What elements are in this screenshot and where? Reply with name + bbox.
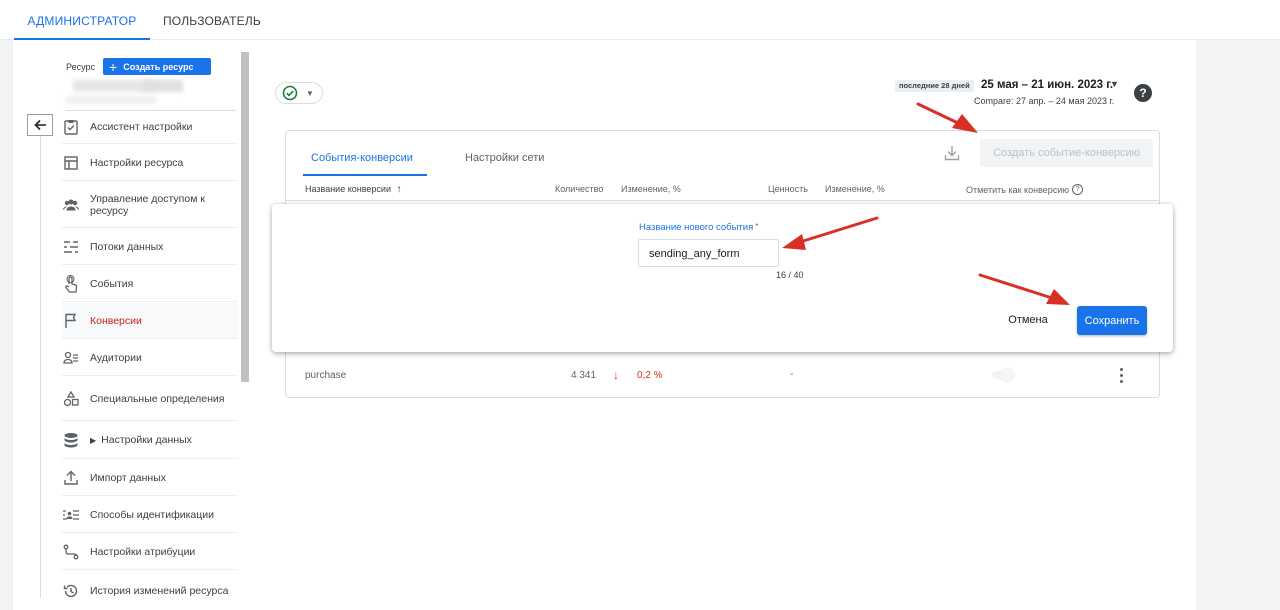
sidebar-item-events[interactable]: События xyxy=(62,266,238,302)
create-resource-label: Создать ресурс xyxy=(123,61,194,72)
tab-user[interactable]: ПОЛЬЗОВАТЕЛЬ xyxy=(150,0,274,40)
top-tab-bar: АДМИНИСТРАТОР ПОЛЬЗОВАТЕЛЬ xyxy=(0,0,1280,40)
sidebar-item-change-history[interactable]: История изменений ресурса xyxy=(62,571,238,610)
plus-icon: + xyxy=(109,58,118,75)
sidebar-item-custom-definitions[interactable]: Специальные определения xyxy=(62,377,238,421)
sidebar-item-label: Специальные определения xyxy=(90,392,225,405)
sidebar-item-conversions[interactable]: Конверсии xyxy=(62,303,238,339)
table-row-change: 0,2 % xyxy=(637,370,663,381)
upload-icon xyxy=(62,469,80,487)
blurred-resource-sub xyxy=(66,96,156,104)
new-event-name-label: Название нового события * xyxy=(639,222,758,233)
back-button[interactable] xyxy=(27,114,53,136)
column-header-conversion-name[interactable]: Название конверсии ↑ xyxy=(305,184,402,195)
people-icon xyxy=(62,196,80,214)
touch-icon xyxy=(62,274,80,293)
sidebar-item-label: Управление доступом к ресурсу xyxy=(90,192,205,217)
data-streams-icon xyxy=(62,238,80,256)
column-header-label: Отметить как конверсию xyxy=(966,184,1070,195)
sidebar-item-label: Конверсии xyxy=(90,314,142,327)
property-settings-icon xyxy=(62,154,80,172)
date-preset-chip: последние 28 дней xyxy=(895,80,974,92)
toggle-thumb xyxy=(1000,368,1014,382)
flag-icon xyxy=(62,312,80,330)
expand-triangle-icon[interactable]: ▶ xyxy=(90,436,96,445)
sidebar-item-audiences[interactable]: Аудитории xyxy=(62,340,238,376)
tab-conversion-events[interactable]: События-конверсии xyxy=(311,152,413,164)
sidebar-item-data-streams[interactable]: Потоки данных xyxy=(62,229,238,265)
table-row-name: purchase xyxy=(305,370,347,381)
column-header-label: Название конверсии xyxy=(305,184,391,194)
mark-as-conversion-toggle[interactable] xyxy=(990,368,1016,382)
history-icon xyxy=(62,582,80,600)
column-header-value-change[interactable]: Изменение, % xyxy=(825,184,885,194)
check-circle-icon xyxy=(282,85,298,101)
database-icon xyxy=(62,431,80,449)
sidebar-item-label: Потоки данных xyxy=(90,240,164,253)
sidebar-item-data-settings[interactable]: ▶ Настройки данных xyxy=(62,422,238,459)
help-icon[interactable]: ? xyxy=(1134,84,1152,102)
resource-label: Ресурс xyxy=(66,61,96,72)
column-header-value[interactable]: Ценность xyxy=(768,184,808,194)
more-vert-icon[interactable] xyxy=(1116,366,1126,384)
arrow-up-icon: ↑ xyxy=(396,184,402,195)
status-filter-dropdown[interactable]: ▼ xyxy=(275,82,323,104)
sidebar-item-label: События xyxy=(90,277,134,290)
sidebar-item-label: Настройки данных xyxy=(101,434,192,446)
tab-admin[interactable]: АДМИНИСТРАТОР xyxy=(14,0,150,40)
sidebar-item-attribution-settings[interactable]: Настройки атрибуции xyxy=(62,534,238,570)
date-range-picker[interactable]: 25 мая – 21 июн. 2023 г. xyxy=(981,79,1113,91)
divider xyxy=(286,200,1159,201)
resource-selector: Ресурс + Создать ресурс xyxy=(66,58,212,75)
sidebar-item-reporting-identity[interactable]: Способы идентификации xyxy=(62,497,238,533)
blurred-resource-name xyxy=(73,80,153,92)
sidebar-item-label: Ассистент настройки xyxy=(90,120,193,133)
blurred-resource-id xyxy=(143,80,183,92)
audience-icon xyxy=(62,349,80,367)
date-dropdown-icon[interactable]: ▼ xyxy=(1110,79,1119,89)
chevron-down-icon: ▼ xyxy=(306,88,314,98)
column-header-mark-as-conversion: Отметить как конверсию ? xyxy=(966,184,1084,195)
sidebar-item-property-settings[interactable]: Настройки ресурса xyxy=(62,145,238,181)
tab-network-settings[interactable]: Настройки сети xyxy=(465,152,544,164)
save-button[interactable]: Сохранить xyxy=(1077,306,1147,335)
identity-icon xyxy=(62,506,80,524)
cancel-button[interactable]: Отмена xyxy=(999,306,1057,334)
attribution-icon xyxy=(62,543,80,561)
sidebar-item-label: Настройки ресурса xyxy=(90,156,184,169)
sidebar-guide-line xyxy=(40,136,41,598)
required-mark: * xyxy=(755,222,759,231)
column-header-change[interactable]: Изменение, % xyxy=(621,184,681,194)
sidebar-item-access-management[interactable]: Управление доступом к ресурсу xyxy=(62,182,238,228)
help-outline-icon[interactable]: ? xyxy=(1072,184,1084,195)
sidebar-item-label: Импорт данных xyxy=(90,471,166,484)
column-header-count[interactable]: Количество xyxy=(555,184,603,194)
create-conversion-event-button[interactable]: Создать событие-конверсию xyxy=(980,139,1153,167)
sidebar-item-setup-assistant[interactable]: Ассистент настройки xyxy=(62,110,238,144)
compare-range: Compare: 27 апр. – 24 мая 2023 г. xyxy=(974,96,1115,106)
sidebar-item-label: Настройки атрибуции xyxy=(90,545,196,558)
sidebar-item-data-import[interactable]: Импорт данных xyxy=(62,460,238,496)
character-counter: 16 / 40 xyxy=(776,270,804,280)
sidebar-item-label: Аудитории xyxy=(90,351,142,364)
create-resource-button[interactable]: + Создать ресурс xyxy=(103,58,212,75)
download-icon[interactable] xyxy=(943,144,961,162)
checklist-icon xyxy=(62,118,80,136)
active-tab-indicator xyxy=(303,174,427,176)
table-row-value: - xyxy=(790,369,794,380)
field-label-text: Название нового события xyxy=(639,222,754,233)
shapes-icon xyxy=(62,390,80,408)
sidebar-item-label: История изменений ресурса xyxy=(90,584,229,597)
sidebar-item-label: Способы идентификации xyxy=(90,508,215,521)
sidebar-scrollbar[interactable] xyxy=(241,52,249,382)
arrow-down-icon: ↓ xyxy=(613,368,619,382)
table-row-count: 4 341 xyxy=(571,370,597,381)
new-event-name-input[interactable]: sending_any_form xyxy=(638,239,779,267)
arrow-back-icon xyxy=(34,119,46,131)
